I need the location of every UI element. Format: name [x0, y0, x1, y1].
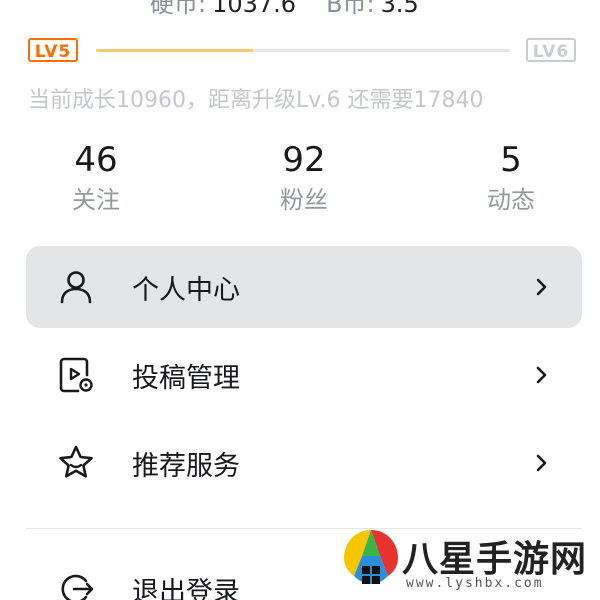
watermark-text: 八星手游网 [402, 539, 588, 580]
watermark-url: www.lyshbx.com [406, 576, 544, 591]
chevron-right-icon [536, 278, 547, 296]
site-watermark: 八星手游网 www.lyshbx.com [340, 524, 590, 596]
level-progress-track [96, 49, 510, 52]
menu-item-label: 投稿管理 [132, 362, 240, 394]
growth-info-text: 当前成长10960，距离升级Lv.6 还需要17840 [28, 88, 484, 113]
chevron-right-icon [536, 366, 547, 384]
menu-item-recommended-services[interactable]: 推荐服务 [26, 422, 582, 504]
menu-item-submission-management[interactable]: 投稿管理 [26, 334, 582, 416]
coin-balance-row: 硬币: 1037.6 B币: 3.5 [150, 0, 419, 18]
next-level-badge: LV6 [526, 38, 576, 62]
coin-balance: 硬币: 1037.6 [150, 0, 297, 18]
level-progress-fill [96, 49, 254, 52]
menu-item-personal-center[interactable]: 个人中心 [26, 246, 582, 328]
stat-followers-label: 粉丝 [280, 186, 328, 214]
menu-item-label: 退出登录 [132, 576, 240, 600]
bcoin-balance: B币: 3.5 [326, 0, 419, 18]
stat-posts[interactable]: 5 动态 [451, 140, 571, 220]
account-menu-panel: 硬币: 1037.6 B币: 3.5 LV5 LV6 当前成长10960，距离升级L… [0, 0, 600, 600]
stat-posts-count: 5 [500, 140, 522, 180]
video-manage-icon [59, 357, 93, 393]
menu-item-label: 推荐服务 [132, 450, 240, 482]
stat-following[interactable]: 46 关注 [36, 140, 156, 220]
stat-following-count: 46 [74, 140, 118, 180]
stats-row: 46 关注 92 粉丝 5 动态 [0, 140, 600, 220]
chevron-right-icon [536, 454, 547, 472]
user-icon [60, 271, 92, 304]
stat-posts-label: 动态 [487, 186, 535, 214]
logout-icon [61, 574, 94, 600]
menu-item-label: 个人中心 [132, 274, 240, 306]
stat-following-label: 关注 [72, 186, 120, 214]
watermark-logo-icon [344, 530, 398, 584]
stat-followers[interactable]: 92 粉丝 [244, 140, 364, 220]
current-level-badge: LV5 [28, 38, 78, 62]
star-icon [59, 445, 93, 478]
stat-followers-count: 92 [282, 140, 326, 180]
level-progress: LV5 LV6 [28, 38, 576, 64]
